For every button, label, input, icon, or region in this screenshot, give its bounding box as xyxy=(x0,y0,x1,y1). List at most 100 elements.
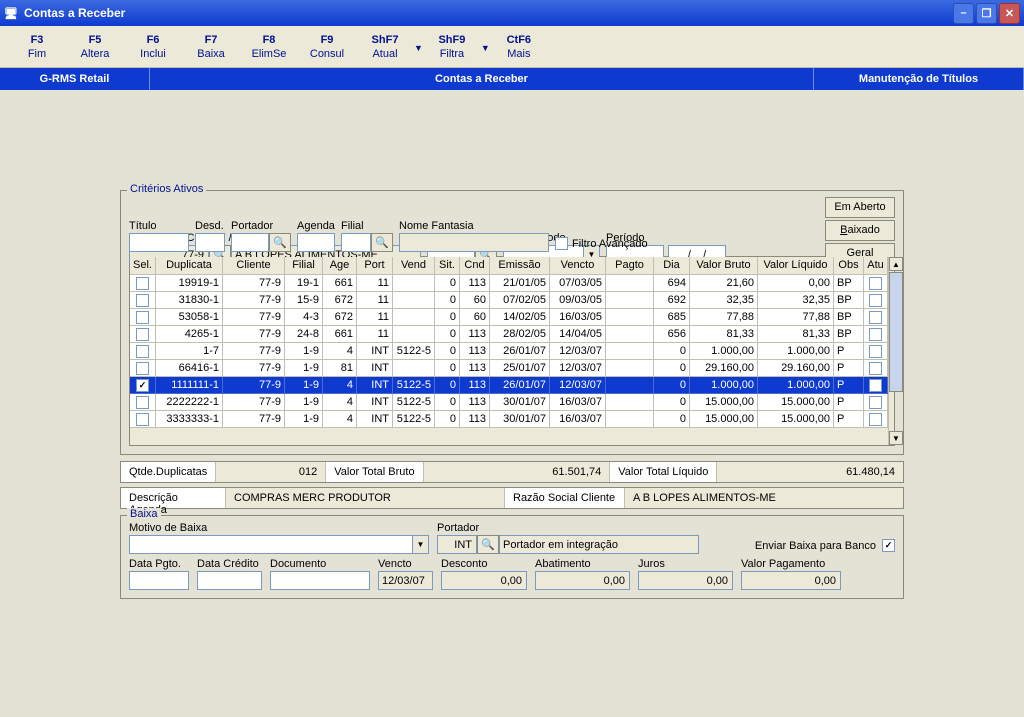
titulo-input[interactable] xyxy=(129,233,189,252)
portador-search-button[interactable]: 🔍 xyxy=(269,233,291,252)
col-header[interactable]: Cliente xyxy=(223,257,285,275)
col-header[interactable]: Obs xyxy=(834,257,864,275)
data-credito-input[interactable] xyxy=(197,571,262,590)
row-checkbox[interactable] xyxy=(136,294,149,307)
col-header[interactable]: Pagto xyxy=(606,257,654,275)
col-header[interactable]: Sel. xyxy=(130,257,156,275)
portador-input[interactable] xyxy=(231,233,269,252)
scroll-up-icon[interactable]: ▲ xyxy=(889,257,903,271)
col-header[interactable]: Valor Líquido xyxy=(758,257,834,275)
menu-altera[interactable]: F5Altera xyxy=(66,32,124,62)
desd-input[interactable] xyxy=(195,233,225,252)
cell: 0 xyxy=(435,275,460,292)
row-checkbox[interactable] xyxy=(136,379,149,392)
table-row[interactable]: 19919-177-919-166111011321/01/0507/03/05… xyxy=(130,275,888,292)
row-checkbox[interactable] xyxy=(136,345,149,358)
col-header[interactable]: Vend xyxy=(393,257,435,275)
atu-checkbox[interactable] xyxy=(869,396,882,409)
col-header[interactable]: Emissão xyxy=(490,257,550,275)
close-button[interactable]: ✕ xyxy=(999,3,1020,24)
scroll-thumb[interactable] xyxy=(889,272,903,392)
filial-search-button[interactable]: 🔍 xyxy=(371,233,393,252)
baixa-portador-input[interactable] xyxy=(437,535,477,554)
documento-input[interactable] xyxy=(270,571,370,590)
minimize-button[interactable]: – xyxy=(953,3,974,24)
table-row[interactable]: 4265-177-924-866111011328/02/0514/04/056… xyxy=(130,326,888,343)
menu-fim[interactable]: F3Fim xyxy=(8,32,66,62)
menu-atual[interactable]: ShF7Atual xyxy=(356,32,414,62)
col-header[interactable]: Port xyxy=(357,257,393,275)
col-header[interactable]: Cnd xyxy=(460,257,490,275)
table-row[interactable]: 1111111-177-91-94INT5122-5011326/01/0712… xyxy=(130,377,888,394)
col-header[interactable]: Age xyxy=(323,257,357,275)
cell xyxy=(606,343,654,360)
cell: 672 xyxy=(323,309,357,326)
col-header[interactable]: Atu xyxy=(864,257,888,275)
cell: 24-8 xyxy=(285,326,323,343)
menu-inclui[interactable]: F6Inclui xyxy=(124,32,182,62)
table-row[interactable]: 53058-177-94-36721106014/02/0516/03/0568… xyxy=(130,309,888,326)
table-row[interactable]: 66416-177-91-981INT011325/01/0712/03/070… xyxy=(130,360,888,377)
atu-checkbox[interactable] xyxy=(869,328,882,341)
row-checkbox[interactable] xyxy=(136,311,149,324)
filtro-avancado-checkbox[interactable] xyxy=(555,237,568,250)
table-row[interactable]: 31830-177-915-96721106007/02/0509/03/056… xyxy=(130,292,888,309)
cell: 66416-1 xyxy=(156,360,223,377)
cell: 26/01/07 xyxy=(490,343,550,360)
cell: 28/02/05 xyxy=(490,326,550,343)
row-checkbox[interactable] xyxy=(136,328,149,341)
menu-filtra[interactable]: ShF9Filtra xyxy=(423,32,481,62)
cell: 1.000,00 xyxy=(690,377,758,394)
cell xyxy=(606,377,654,394)
atu-checkbox[interactable] xyxy=(869,379,882,392)
menu-consul[interactable]: F9Consul xyxy=(298,32,356,62)
cell: BP xyxy=(834,309,864,326)
chevron-down-icon[interactable]: ▼ xyxy=(414,40,423,53)
col-header[interactable]: Valor Bruto xyxy=(690,257,758,275)
table-row[interactable]: 3333333-177-91-94INT5122-5011330/01/0716… xyxy=(130,411,888,428)
atu-checkbox[interactable] xyxy=(869,362,882,375)
atu-checkbox[interactable] xyxy=(869,294,882,307)
chevron-down-icon[interactable]: ▼ xyxy=(481,40,490,53)
scroll-down-icon[interactable]: ▼ xyxy=(889,431,903,445)
desc-agenda-label: Descrição Agenda xyxy=(121,488,226,508)
baixa-portador-search-button[interactable]: 🔍 xyxy=(477,535,499,554)
row-checkbox[interactable] xyxy=(136,362,149,375)
row-checkbox[interactable] xyxy=(136,413,149,426)
motivo-select[interactable] xyxy=(129,535,412,554)
cell: 5122-5 xyxy=(393,377,435,394)
chevron-down-icon[interactable]: ▼ xyxy=(412,535,429,554)
col-header[interactable]: Sit. xyxy=(435,257,460,275)
col-header[interactable]: Duplicata xyxy=(156,257,223,275)
atu-checkbox[interactable] xyxy=(869,413,882,426)
baixado-button[interactable]: Baixado xyxy=(825,220,895,241)
atu-checkbox[interactable] xyxy=(869,277,882,290)
data-pgto-input[interactable] xyxy=(129,571,189,590)
scrollbar-vertical[interactable]: ▲ ▼ xyxy=(888,257,894,445)
enviar-baixa-checkbox[interactable] xyxy=(882,539,895,552)
abatimento-input[interactable] xyxy=(535,571,630,590)
menu-mais[interactable]: CtF6Mais xyxy=(490,32,548,62)
vpag-input[interactable] xyxy=(741,571,841,590)
menu-elimse[interactable]: F8ElimSe xyxy=(240,32,298,62)
criteria-legend: Critérios Ativos xyxy=(127,183,206,195)
table-row[interactable]: 2222222-177-91-94INT5122-5011330/01/0716… xyxy=(130,394,888,411)
em-aberto-button[interactable]: Em Aberto xyxy=(825,197,895,218)
filial-input[interactable] xyxy=(341,233,371,252)
maximize-button[interactable]: ❐ xyxy=(976,3,997,24)
col-header[interactable]: Vencto xyxy=(550,257,606,275)
agenda-input[interactable] xyxy=(297,233,335,252)
cell: 12/03/07 xyxy=(550,360,606,377)
atu-checkbox[interactable] xyxy=(869,311,882,324)
desconto-input[interactable] xyxy=(441,571,527,590)
menu-baixa[interactable]: F7Baixa xyxy=(182,32,240,62)
col-header[interactable]: Filial xyxy=(285,257,323,275)
row-checkbox[interactable] xyxy=(136,396,149,409)
cell: 15.000,00 xyxy=(690,411,758,428)
col-header[interactable]: Dia xyxy=(654,257,690,275)
table-row[interactable]: 1-777-91-94INT5122-5011326/01/0712/03/07… xyxy=(130,343,888,360)
row-checkbox[interactable] xyxy=(136,277,149,290)
atu-checkbox[interactable] xyxy=(869,345,882,358)
cell: INT xyxy=(357,394,393,411)
juros-input[interactable] xyxy=(638,571,733,590)
